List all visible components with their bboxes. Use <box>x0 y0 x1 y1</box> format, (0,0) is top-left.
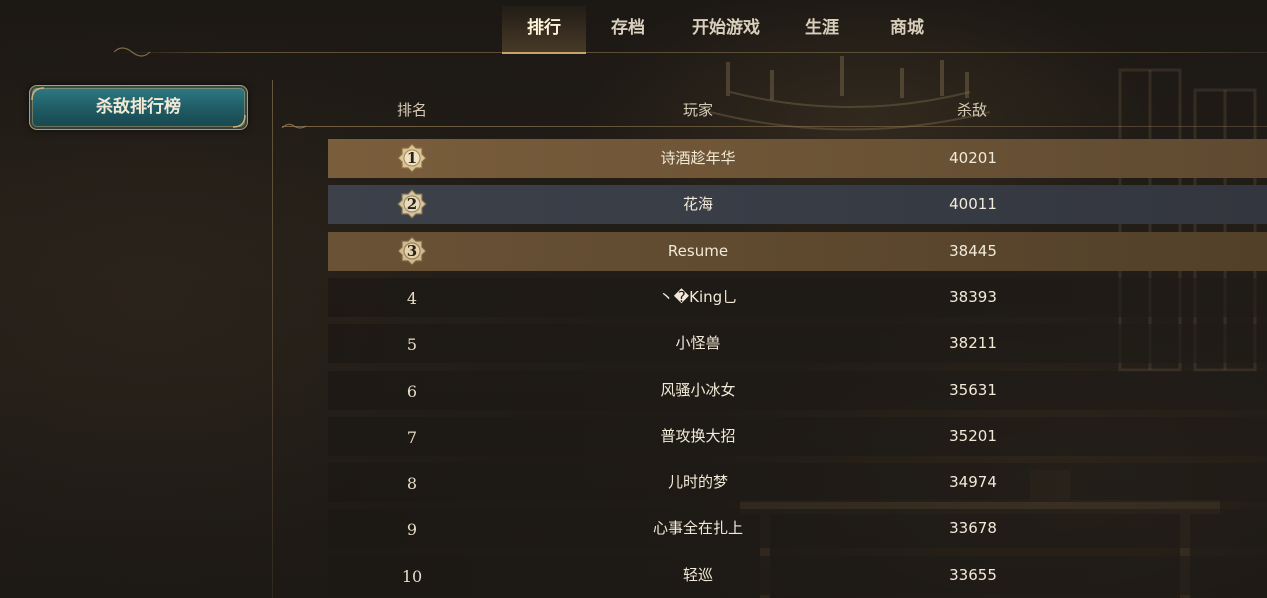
rank-number: 10 <box>401 567 423 586</box>
rank-number: 4 <box>406 289 418 308</box>
table-row-10[interactable]: 10 轻巡 33655 <box>328 556 1267 595</box>
kill-count: 35631 <box>949 381 997 399</box>
kill-count: 33655 <box>949 566 997 584</box>
tab-rankings[interactable]: 排行 <box>502 6 586 54</box>
rank-number: 1 <box>406 149 418 167</box>
header-divider-line <box>282 126 1267 127</box>
chandelier-decoration <box>709 56 991 131</box>
player-name: 花海 <box>682 195 713 213</box>
table-row-5[interactable]: 5 小怪兽 38211 <box>328 324 1267 363</box>
player-name: 轻巡 <box>682 566 713 584</box>
kill-count: 40201 <box>949 149 997 167</box>
table-row-1[interactable]: 1 诗酒趁年华 40201 <box>328 139 1267 178</box>
table-row-4[interactable]: 4 丶�King乚 38393 <box>328 278 1267 317</box>
rank-number: 9 <box>406 520 418 539</box>
kill-count: 35201 <box>949 427 997 445</box>
table-row-8[interactable]: 8 儿时的梦 34974 <box>328 463 1267 502</box>
kill-count: 38393 <box>949 288 997 306</box>
table-row-3[interactable]: 3 Resume 38445 <box>328 232 1267 271</box>
table-row-9[interactable]: 9 心事全在扎上 33678 <box>328 509 1267 548</box>
table-row-6[interactable]: 6 风骚小冰女 35631 <box>328 371 1267 410</box>
rank-number: 8 <box>406 474 418 493</box>
player-name: 普攻换大招 <box>660 427 736 445</box>
kill-count: 33678 <box>949 519 997 537</box>
sidebar-item-label: 杀敌排行榜 <box>96 97 181 117</box>
tab-career[interactable]: 生涯 <box>790 6 854 52</box>
rank-number: 7 <box>406 428 418 447</box>
table-row-7[interactable]: 7 普攻换大招 35201 <box>328 417 1267 456</box>
table-row-2[interactable]: 2 花海 40011 <box>328 185 1267 224</box>
player-name: 丶�King乚 <box>658 288 738 306</box>
rank-number: 6 <box>406 382 418 401</box>
player-name: 小怪兽 <box>675 334 721 352</box>
rank-number: 2 <box>406 195 418 213</box>
kill-count: 38445 <box>949 242 997 260</box>
tab-saves[interactable]: 存档 <box>596 6 660 52</box>
player-name: 心事全在扎上 <box>652 519 743 537</box>
corner-ornament-icon <box>232 114 246 128</box>
kill-count: 40011 <box>949 195 997 213</box>
top-navigation: 排行 存档 开始游戏 生涯 商城 <box>0 0 1267 57</box>
kill-count: 34974 <box>949 473 997 491</box>
player-name: Resume <box>667 242 729 260</box>
player-name: 诗酒趁年华 <box>660 149 736 167</box>
tab-start-game[interactable]: 开始游戏 <box>680 6 772 52</box>
sidebar-item-kill-leaderboard[interactable]: 杀敌排行榜 <box>29 85 248 130</box>
tab-shop[interactable]: 商城 <box>874 6 940 52</box>
kill-count: 38211 <box>949 334 997 352</box>
player-name: 风骚小冰女 <box>660 381 736 399</box>
player-name: 儿时的梦 <box>667 473 728 491</box>
rank-number: 5 <box>406 335 418 354</box>
header-player: 玩家 <box>683 101 714 119</box>
nav-flourish-ornament <box>113 47 151 57</box>
nav-divider-line <box>115 52 1267 53</box>
header-kills: 杀敌 <box>957 101 988 119</box>
header-rank: 排名 <box>397 101 428 119</box>
corner-ornament-icon <box>31 87 45 101</box>
rank-number: 3 <box>406 242 418 260</box>
sidebar-divider <box>272 80 273 598</box>
